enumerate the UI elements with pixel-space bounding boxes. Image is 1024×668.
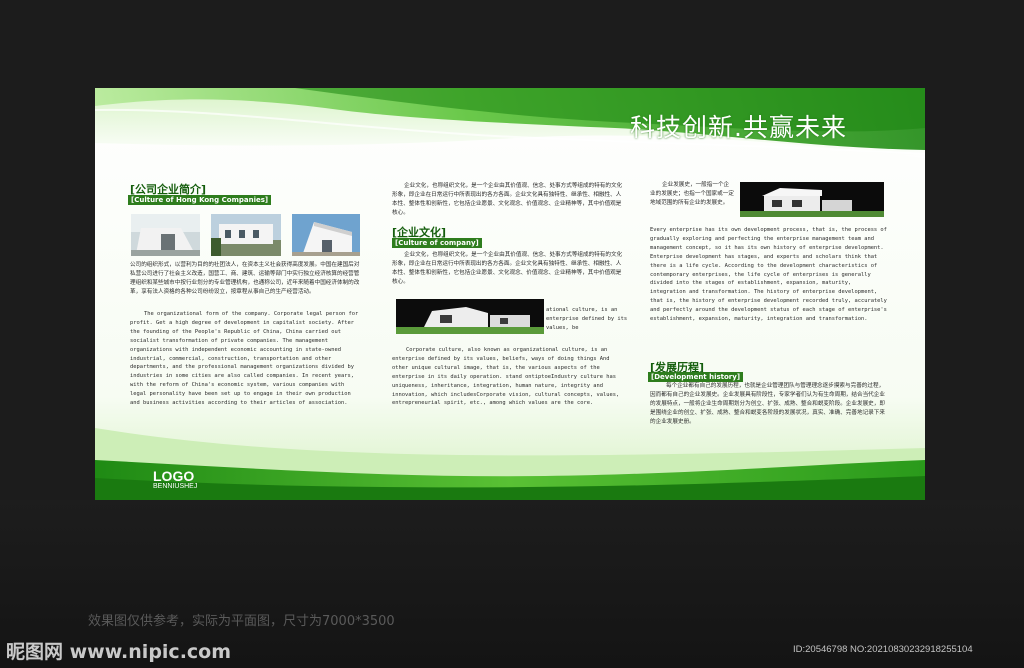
section2-body-en-side: ational culture, is an enterprise define… — [546, 307, 628, 331]
section2-subtitle: [Culture of company] — [392, 238, 482, 248]
building-photo-2 — [211, 214, 281, 256]
building-render-2 — [740, 182, 884, 217]
watermark-id: ID:20546798 NO:20210830232918255104 — [793, 644, 973, 655]
watermark-site: 昵图网 www.nipic.com — [6, 641, 232, 663]
section2-body-cn-top: 企业文化，也称组织文化，是一个企业由其价值观、信念、处事方式等组成的特有的文化形… — [392, 183, 623, 216]
section3-subtitle: [Development history] — [648, 372, 744, 382]
section1-subtitle: [Culture of Hong Kong Companies] — [128, 195, 272, 205]
logo-text: LOGO — [153, 468, 195, 484]
building-photo-3 — [292, 214, 360, 256]
section3-body-en: Every enterprise has its own development… — [650, 227, 887, 323]
slogan-title: 科技创新.共赢未来 — [630, 113, 847, 142]
display-board: 科技创新.共赢未来 [公司企业简介] [Culture of Hong Kong… — [95, 88, 925, 500]
section1-body-cn: 公司的组织形式，以营利为目的的社团法人，在资本主义社会获得高度发展。中国在建国后… — [130, 262, 360, 295]
logo-subtext: BENNIUSHEJ — [153, 483, 198, 490]
building-render-1 — [396, 299, 544, 334]
section1-body-en: The organizational form of the company. … — [130, 311, 359, 407]
building-photo-1 — [131, 214, 200, 256]
section3-body-cn-top: 企业发展史，一般指一个企业的发展史；也指一个国家或一定地域范围的所有企业的发展史… — [650, 182, 734, 206]
display-stage: 科技创新.共赢未来 [公司企业简介] [Culture of Hong Kong… — [0, 0, 1024, 668]
section3-body-cn: 每个企业都有自己的发展历程，也就是企业管理团队与管理理念逐步摸索与完善的过程，因… — [650, 383, 885, 425]
disclaimer-caption: 效果图仅供参考，实际为平面图，尺寸为7000*3500 — [88, 614, 395, 629]
section2-body-en: Corporate culture, also known as organiz… — [392, 347, 620, 407]
section2-body-cn: 企业文化，也称组织文化，是一个企业由其价值观、信念、处事方式等组成的特有的文化形… — [392, 252, 623, 285]
